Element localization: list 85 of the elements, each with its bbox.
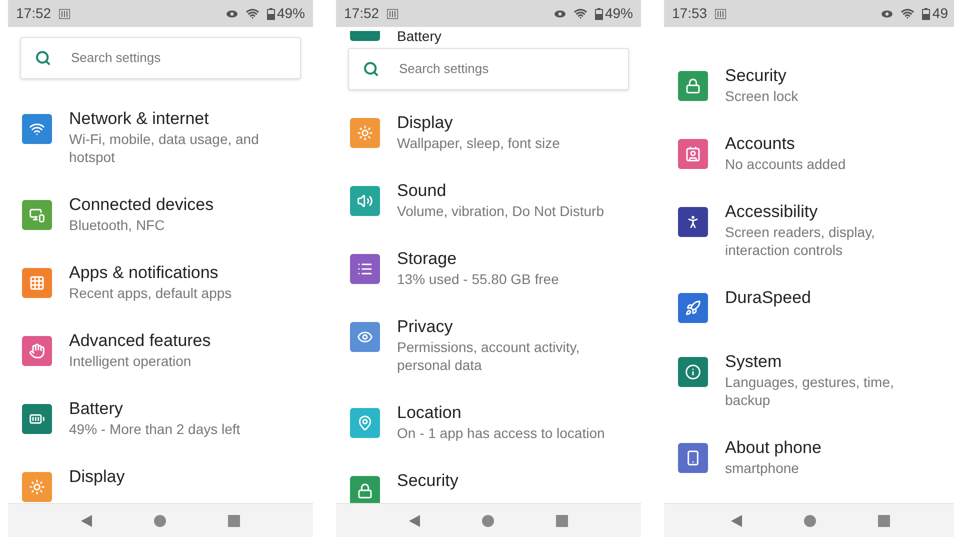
settings-item[interactable]: Accessibility Screen readers, display, interaction controls [664, 187, 954, 273]
setting-title: Security [725, 65, 788, 87]
setting-title: DuraSpeed [725, 287, 812, 309]
setting-subtitle: Intelligent operation [69, 352, 192, 370]
home-icon[interactable] [804, 514, 816, 526]
setting-subtitle: smartphone [725, 459, 800, 477]
battery-level-icon [266, 8, 275, 20]
settings-item[interactable]: Display [8, 452, 313, 503]
setting-title: Display [69, 466, 125, 488]
settings-item[interactable]: Accounts No accounts added [664, 119, 954, 187]
settings-item[interactable]: Location On - 1 app has access to location [336, 388, 641, 456]
setting-subtitle: Wallpaper, sleep, font size [397, 134, 560, 152]
setting-title: Storage [397, 248, 458, 270]
settings-item[interactable]: Privacy Permissions, account activity, personal data [336, 302, 641, 388]
recents-icon[interactable] [556, 514, 568, 526]
back-icon[interactable] [409, 514, 420, 526]
battery-level-icon [922, 8, 930, 20]
setting-title: Connected devices [69, 194, 214, 216]
search-placeholder: Search settings [399, 60, 489, 78]
eye-icon [554, 10, 566, 18]
setting-title: Network & internet [69, 108, 210, 130]
settings-item[interactable]: Sound Volume, vibration, Do Not Disturb [336, 166, 641, 234]
setting-subtitle: Volume, vibration, Do Not Disturb [397, 202, 604, 220]
status-time: 17:52 [344, 4, 380, 23]
settings-item[interactable]: System Languages, gestures, time, backup [664, 337, 954, 423]
settings-item[interactable]: DuraSpeed [664, 273, 954, 337]
status-time: 17:53 [672, 4, 708, 23]
battery-percent: 49% [276, 4, 305, 23]
setting-title: About phone [725, 437, 822, 459]
setting-title: Accessibility [725, 201, 819, 223]
back-icon[interactable] [81, 514, 92, 526]
settings-item[interactable]: Security [336, 456, 641, 503]
settings-item[interactable]: Display Wallpaper, sleep, font size [336, 98, 641, 166]
notification-icon [387, 8, 398, 18]
setting-title: Display [397, 112, 454, 134]
setting-subtitle: Recent apps, default apps [69, 284, 232, 302]
battery-level-icon [594, 8, 603, 20]
notification-icon [59, 8, 70, 18]
setting-title: Battery [69, 398, 124, 420]
settings-item[interactable]: Security Screen lock [664, 51, 954, 119]
eye-icon [881, 10, 894, 18]
wifi-signal-icon [246, 7, 259, 20]
recents-icon[interactable] [878, 514, 890, 526]
search-field[interactable]: Search settings [20, 37, 301, 79]
settings-item[interactable]: About phone smartphone [664, 423, 954, 491]
settings-item[interactable]: Storage 13% used - 55.80 GB free [336, 234, 641, 302]
setting-subtitle: Screen readers, display, interaction controls [725, 223, 876, 259]
setting-subtitle: No accounts added [725, 155, 846, 173]
settings-item[interactable]: Network & internet Wi-Fi, mobile, data usage, and hotspot [8, 94, 313, 180]
setting-title[interactable]: Battery [397, 28, 442, 44]
setting-subtitle: 49% - More than 2 days left [69, 420, 240, 438]
settings-item[interactable]: Connected devices Bluetooth, NFC [8, 180, 313, 248]
recents-icon[interactable] [228, 514, 240, 526]
settings-item[interactable]: Advanced features Intelligent operation [8, 316, 313, 384]
eye-icon [226, 10, 238, 18]
setting-subtitle: Bluetooth, NFC [69, 216, 166, 234]
wifi-signal-icon [901, 7, 914, 20]
setting-title: Security [397, 470, 458, 492]
setting-title: Advanced features [69, 330, 211, 352]
setting-subtitle: 13% used - 55.80 GB free [397, 270, 559, 288]
setting-subtitle: Permissions, account activity, personal data [397, 338, 581, 374]
battery-percent: 49 [932, 4, 948, 23]
back-icon[interactable] [730, 514, 742, 526]
search-placeholder: Search settings [71, 49, 161, 68]
notification-icon [715, 8, 726, 18]
setting-subtitle: On - 1 app has access to location [397, 424, 605, 442]
settings-item[interactable]: Battery 49% - More than 2 days left [8, 384, 313, 452]
search-field[interactable]: Search settings [348, 48, 629, 90]
setting-title: Sound [397, 180, 448, 202]
search-icon [363, 61, 379, 77]
settings-item[interactable]: Apps & notifications Recent apps, default apps [8, 248, 313, 316]
setting-title: Accounts [725, 133, 796, 155]
setting-subtitle: Languages, gestures, time, backup [725, 373, 895, 409]
setting-title: Apps & notifications [69, 262, 220, 284]
setting-title: Location [397, 402, 462, 424]
setting-subtitle: Wi-Fi, mobile, data usage, and hotspot [69, 130, 260, 166]
search-icon [35, 50, 51, 66]
status-time: 17:52 [16, 4, 52, 23]
battery-percent: 49% [604, 4, 633, 23]
setting-subtitle: Screen lock [725, 87, 798, 105]
home-icon[interactable] [154, 514, 166, 526]
home-icon[interactable] [482, 514, 494, 526]
wifi-signal-icon [574, 7, 587, 20]
setting-title: System [725, 351, 783, 373]
setting-title: Privacy [397, 316, 454, 338]
